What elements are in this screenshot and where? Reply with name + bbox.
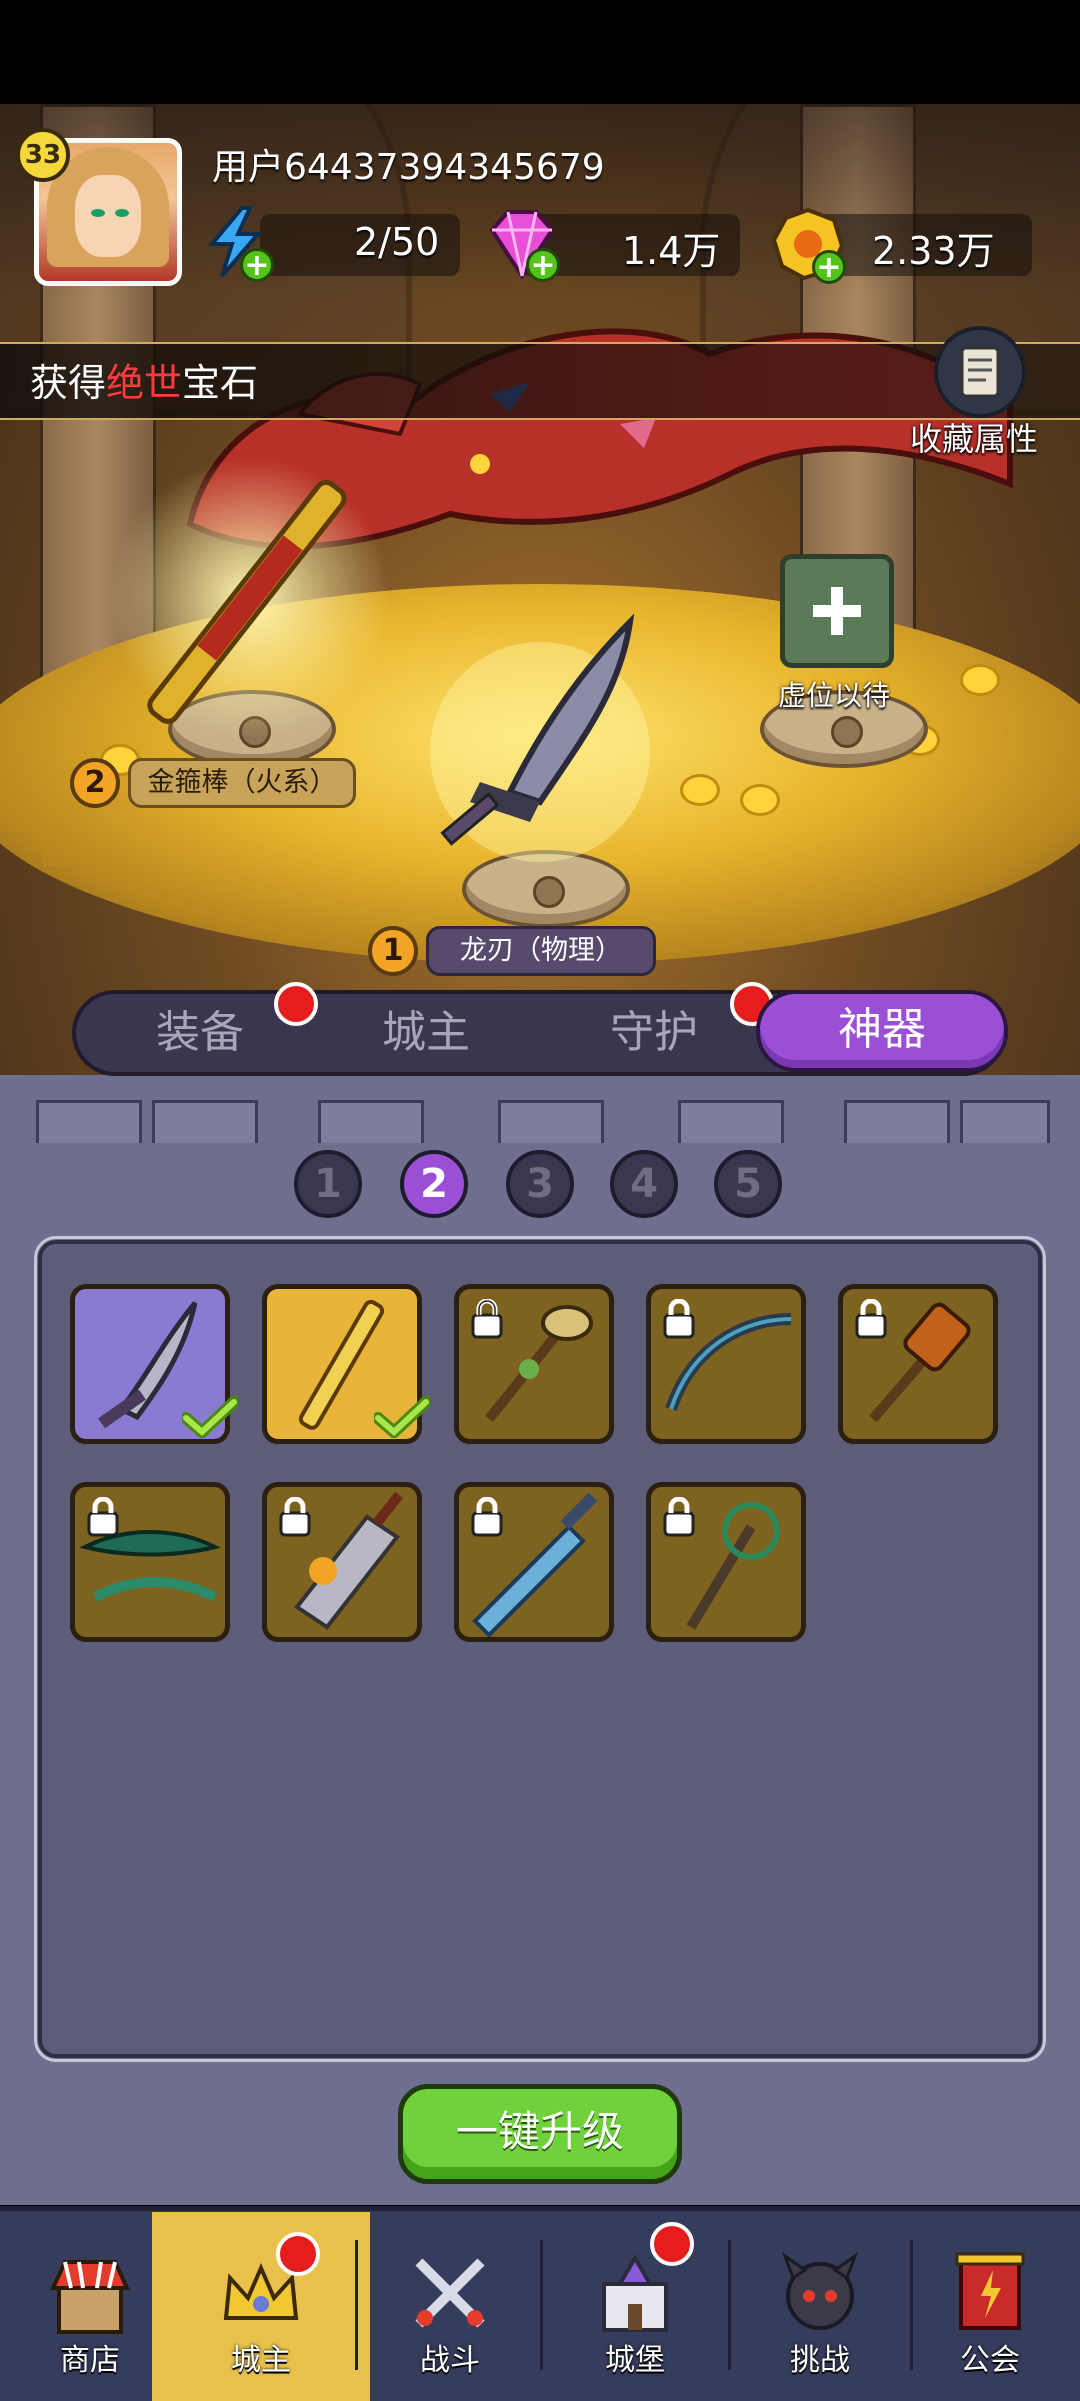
- artifact-spiked-mace[interactable]: [838, 1284, 998, 1444]
- slot-1-number: 1: [368, 926, 418, 976]
- sub-tab-2[interactable]: 2: [400, 1150, 468, 1218]
- golden-staff-display[interactable]: [100, 448, 400, 748]
- equipped-check-icon: [374, 1396, 430, 1438]
- add-energy-button[interactable]: +: [240, 248, 274, 282]
- coin-decoration: [740, 784, 780, 816]
- lock-icon: [87, 1497, 119, 1537]
- lock-icon: [279, 1497, 311, 1537]
- tab-lord[interactable]: 城主: [346, 998, 506, 1068]
- tab-guardian[interactable]: 守护: [574, 998, 734, 1068]
- coin-decoration: [680, 774, 720, 806]
- demon-icon: [781, 2252, 859, 2330]
- slot-2-label[interactable]: 金箍棒（火系）: [128, 758, 356, 808]
- sub-tab-3[interactable]: 3: [506, 1150, 574, 1218]
- scroll-icon: [960, 346, 1000, 398]
- shop-icon: [49, 2260, 131, 2334]
- empty-slot-add-button[interactable]: [780, 554, 894, 668]
- banner-message: 获得绝世宝石: [30, 361, 259, 405]
- artifact-dark-bow[interactable]: [646, 1284, 806, 1444]
- nav-lord-badge: [276, 2232, 320, 2276]
- player-level-badge: 33: [16, 128, 70, 182]
- artifact-leaf-staff[interactable]: [454, 1284, 614, 1444]
- lock-icon: [663, 1299, 695, 1339]
- sub-tab-4[interactable]: 4: [610, 1150, 678, 1218]
- collection-attributes-label: 收藏属性: [910, 420, 1039, 458]
- slot-1-label[interactable]: 龙刃（物理）: [426, 926, 656, 976]
- one-click-upgrade-button[interactable]: 一键升级: [398, 2084, 682, 2184]
- nav-battle[interactable]: 战斗: [360, 2212, 540, 2401]
- lock-icon: [855, 1299, 887, 1339]
- gold-value: 2.33万: [872, 229, 995, 273]
- game-screen: 33 用户64437394345679 + 2/50 + 1.4万 + 2.33…: [0, 0, 1080, 2401]
- artifact-flame-cleaver[interactable]: [262, 1482, 422, 1642]
- lock-icon: [471, 1497, 503, 1537]
- player-username: 用户64437394345679: [212, 147, 605, 188]
- artifact-jade-glaive[interactable]: [70, 1482, 230, 1642]
- sub-tab-5[interactable]: 5: [714, 1150, 782, 1218]
- energy-value: 2/50: [354, 220, 440, 264]
- gems-value: 1.4万: [622, 229, 721, 273]
- lock-icon: [471, 1299, 503, 1339]
- collection-attributes-button[interactable]: [934, 326, 1026, 418]
- slot-2-number: 2: [70, 758, 120, 808]
- coin-decoration: [960, 664, 1000, 696]
- tab-equipment-badge: [274, 982, 318, 1026]
- tab-equipment[interactable]: 装备: [120, 998, 280, 1068]
- lock-icon: [663, 1497, 695, 1537]
- nav-castle-badge: [650, 2222, 694, 2266]
- add-gold-button[interactable]: +: [812, 250, 846, 284]
- add-gems-button[interactable]: +: [526, 248, 560, 282]
- equipped-check-icon: [182, 1396, 238, 1438]
- dragon-blade-display[interactable]: [420, 612, 660, 872]
- nav-castle[interactable]: 城堡: [545, 2212, 725, 2401]
- crossed-swords-icon: [415, 2258, 485, 2328]
- tab-artifact[interactable]: 神器: [756, 990, 1008, 1072]
- nav-guild[interactable]: 公会: [900, 2212, 1080, 2401]
- guild-banner-icon: [955, 2252, 1025, 2330]
- artifact-frost-sword[interactable]: [454, 1482, 614, 1642]
- nav-lord[interactable]: 城主: [152, 2212, 370, 2401]
- nav-challenge[interactable]: 挑战: [730, 2212, 910, 2401]
- empty-slot-label: 虚位以待: [778, 679, 891, 712]
- artifact-vine-scepter[interactable]: [646, 1482, 806, 1642]
- sub-tab-1[interactable]: 1: [294, 1150, 362, 1218]
- banner-highlight: 绝世: [106, 361, 183, 405]
